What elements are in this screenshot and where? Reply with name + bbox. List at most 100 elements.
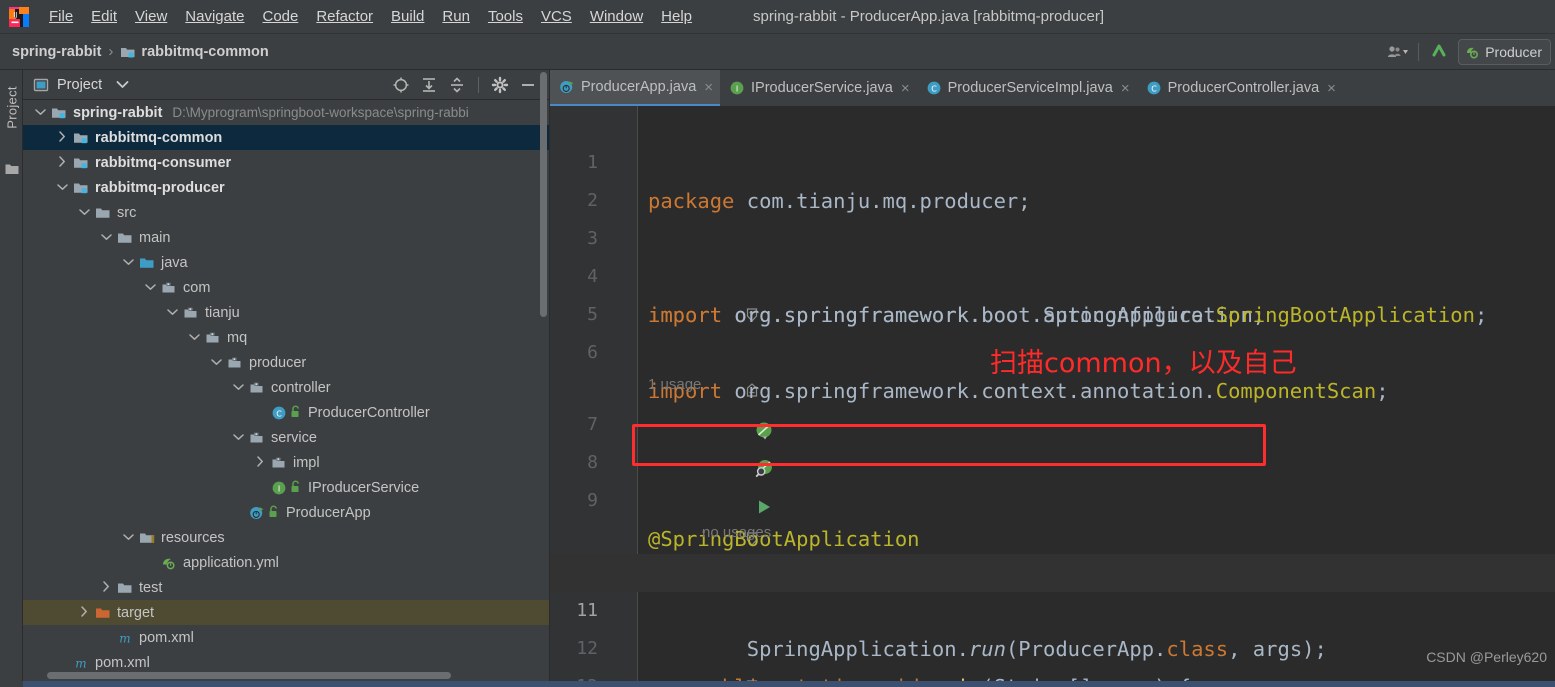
menu-vcs[interactable]: VCS [532,0,581,34]
menu-window[interactable]: Window [581,0,652,34]
navbar-divider [1418,42,1420,61]
spring-bean-icon[interactable] [606,377,772,440]
chevron-right-icon[interactable] [99,580,113,595]
hide-icon[interactable] [515,74,541,96]
project-tree-vertical-scrollbar[interactable] [540,72,547,317]
editor-tab-producercontroller-java[interactable]: C ProducerController.java × [1137,70,1343,106]
breadcrumb-project[interactable]: spring-rabbit [12,44,101,60]
tree-node-impl[interactable]: impl [23,450,549,475]
vcs-update-icon[interactable] [1426,41,1452,63]
spring-boot-class-icon [559,79,575,95]
code-line: 2 [550,144,1555,211]
tree-node-target[interactable]: target [23,600,549,625]
tree-node-resources[interactable]: resources [23,525,549,550]
tree-node-pom-xml[interactable]: m pom.xml [23,625,549,650]
chevron-down-icon[interactable] [143,282,157,294]
tree-node-com[interactable]: com [23,275,549,300]
chevron-down-icon[interactable] [33,107,47,119]
chevron-down-icon[interactable] [99,232,113,244]
project-tree-horizontal-scrollbar[interactable] [47,672,451,679]
tree-node-producer[interactable]: producer [23,350,549,375]
chevron-down-icon[interactable] [55,182,69,194]
tree-node-spring-rabbit[interactable]: spring-rabbit D:\Myprogram\springboot-wor… [23,100,549,125]
tree-node-rabbitmq-common[interactable]: rabbitmq-common [23,125,549,150]
scroll-from-source-icon[interactable] [388,74,414,96]
editor-tab-producerapp-java[interactable]: ProducerApp.java × [550,70,721,106]
package-icon [227,355,243,371]
svg-text:I: I [278,484,280,493]
menu-build[interactable]: Build [382,0,433,34]
chevron-right-icon[interactable] [55,130,69,145]
code-editor[interactable]: 1 package com.tianju.mq.producer; 2 3 im… [550,106,1555,687]
chevron-down-icon[interactable] [116,76,129,94]
gear-icon[interactable] [487,74,513,96]
menu-edit-label: Edit [91,7,118,25]
menu-navigate[interactable]: Navigate [176,0,253,34]
tree-node-label: controller [271,379,331,396]
close-icon[interactable]: × [1327,80,1336,97]
folder-icon [117,230,133,246]
tree-node-main[interactable]: main [23,225,549,250]
menu-help[interactable]: Help [652,0,701,34]
chevron-down-icon[interactable] [187,332,201,344]
editor-tab-iproducerservice-java[interactable]: I IProducerService.java × [720,70,917,106]
chevron-right-icon[interactable] [55,155,69,170]
menu-view[interactable]: View [126,0,176,34]
chevron-down-icon[interactable] [231,382,245,394]
maven-icon: m [73,655,89,671]
menu-edit[interactable]: Edit [82,0,126,34]
menu-run[interactable]: Run [433,0,479,34]
project-tree[interactable]: spring-rabbit D:\Myprogram\springboot-wor… [23,100,549,682]
tree-node-mq[interactable]: mq [23,325,549,350]
menu-refactor[interactable]: Refactor [307,0,382,34]
spring-component-scan-icon[interactable] [606,415,773,478]
chevron-right-icon[interactable] [77,605,91,620]
java-class-icon: C [271,405,287,421]
tree-node-application-yml[interactable]: application.yml [23,550,549,575]
expand-all-icon[interactable] [416,74,442,96]
intellij-idea-logo-icon: IJ [8,6,30,28]
tree-node-src[interactable]: src [23,200,549,225]
chevron-down-icon[interactable] [231,432,245,444]
tree-node-label: rabbitmq-common [95,129,223,146]
chevron-down-icon[interactable] [165,307,179,319]
chevron-down-icon[interactable] [121,532,135,544]
chevron-down-icon[interactable] [209,357,223,369]
chevron-down-icon[interactable] [77,207,91,219]
chevron-down-icon[interactable] [121,257,135,269]
collapse-all-icon[interactable] [444,74,470,96]
close-icon[interactable]: × [1121,80,1130,97]
menu-file[interactable]: File [40,0,82,34]
editor-tab-label: ProducerServiceImpl.java [947,80,1113,96]
tree-node-rabbitmq-consumer[interactable]: rabbitmq-consumer [23,150,549,175]
user-dropdown-icon[interactable] [1385,41,1411,63]
resource-root-icon [139,530,155,546]
close-icon[interactable]: × [704,79,713,96]
tree-node-service[interactable]: service [23,425,549,450]
module-icon [73,155,89,171]
breadcrumb-module[interactable]: rabbitmq-common [141,44,268,60]
tree-node-controller[interactable]: controller [23,375,549,400]
folder-icon[interactable] [5,162,19,180]
project-panel-title: Project [57,76,103,93]
run-configuration-selector[interactable]: Producer [1458,38,1551,65]
tree-node-rabbitmq-producer[interactable]: rabbitmq-producer [23,175,549,200]
tree-node-iproducerservice[interactable]: I IProducerService [23,475,549,500]
close-icon[interactable]: × [901,80,910,97]
menu-window-label: Window [589,7,644,25]
tree-node-java[interactable]: java [23,250,549,275]
chevron-right-icon[interactable] [253,455,267,470]
tool-window-button-project[interactable]: Project [5,77,20,139]
menu-code[interactable]: Code [253,0,307,34]
tree-node-producercontroller[interactable]: C ProducerController [23,400,549,425]
tree-node-producerapp[interactable]: ProducerApp [23,500,549,525]
menu-tools[interactable]: Tools [479,0,532,34]
left-tool-strip: Project [0,70,23,687]
run-class-icon[interactable] [606,453,771,514]
inlay-hint-no-usages[interactable]: no usages [550,482,1555,541]
tree-node-test[interactable]: test [23,575,549,600]
code-lines: 1 package com.tianju.mq.producer; 2 3 im… [550,106,1555,687]
run-method-icon[interactable] [606,525,771,586]
editor-tab-producerserviceimpl-java[interactable]: C ProducerServiceImpl.java × [917,70,1137,106]
tree-node-tianju[interactable]: tianju [23,300,549,325]
